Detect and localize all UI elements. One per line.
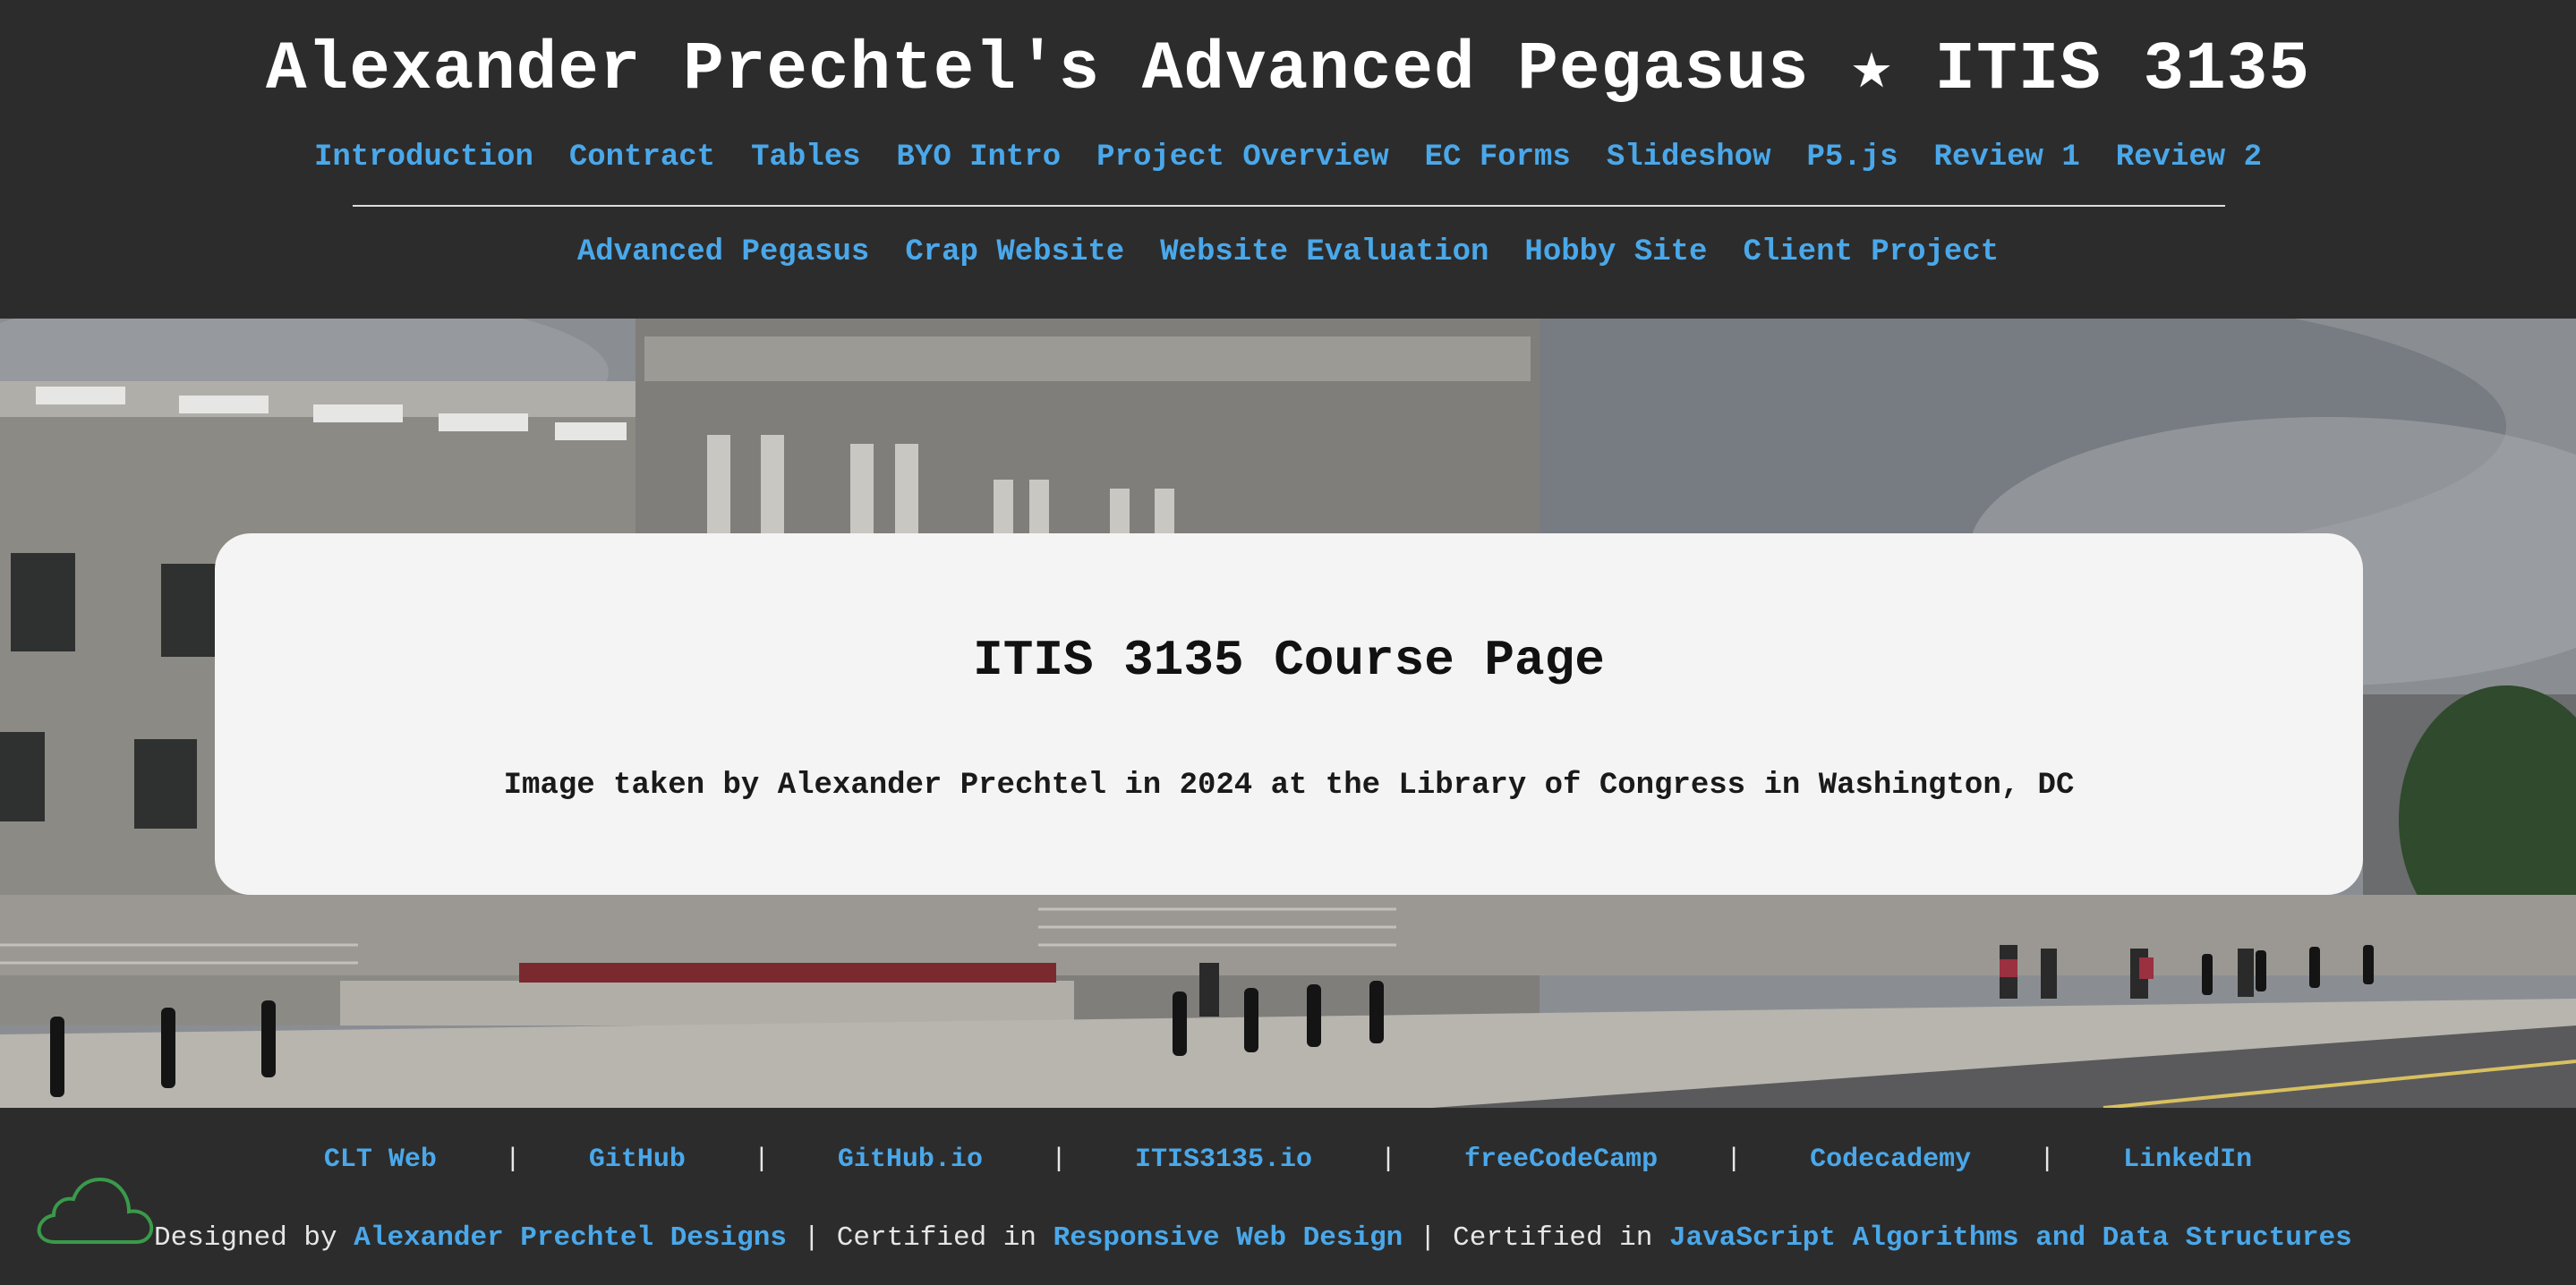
nav-slideshow[interactable]: Slideshow bbox=[1607, 140, 1771, 175]
primary-nav: Introduction Contract Tables BYO Intro P… bbox=[0, 140, 2576, 175]
designed-by-label: Designed by bbox=[154, 1222, 337, 1254]
site-header: Alexander Prechtel's Advanced Pegasus ★ … bbox=[0, 0, 2576, 319]
footer-separator: | bbox=[2039, 1145, 2056, 1175]
footer-separator: | bbox=[504, 1145, 521, 1175]
site-footer: CLT Web | GitHub | GitHub.io | ITIS3135.… bbox=[0, 1108, 2576, 1285]
footer-link-github[interactable]: GitHub bbox=[589, 1144, 686, 1176]
footer-link-linkedin[interactable]: LinkedIn bbox=[2123, 1144, 2252, 1176]
footer-separator: | bbox=[753, 1145, 770, 1175]
nav-contract[interactable]: Contract bbox=[569, 140, 715, 175]
hero-card: ITIS 3135 Course Page Image taken by Ale… bbox=[215, 533, 2363, 895]
footer-separator: | bbox=[1050, 1145, 1067, 1175]
footer-separator: | bbox=[1380, 1145, 1397, 1175]
certified-in-label: Certified in bbox=[1453, 1222, 1653, 1254]
nav-review-1[interactable]: Review 1 bbox=[1934, 140, 2080, 175]
certified-in-label: Certified in bbox=[836, 1222, 1037, 1254]
image-caption: Image taken by Alexander Prechtel in 202… bbox=[503, 769, 2075, 803]
nav-client-project[interactable]: Client Project bbox=[1743, 234, 1999, 270]
nav-introduction[interactable]: Introduction bbox=[314, 140, 533, 175]
nav-project-overview[interactable]: Project Overview bbox=[1096, 140, 1388, 175]
nav-advanced-pegasus[interactable]: Advanced Pegasus bbox=[577, 234, 869, 270]
cloud-icon bbox=[37, 1177, 154, 1244]
footer-link-freecodecamp[interactable]: freeCodeCamp bbox=[1464, 1144, 1658, 1176]
footer-links: CLT Web | GitHub | GitHub.io | ITIS3135.… bbox=[0, 1144, 2576, 1176]
credits-separator: | bbox=[803, 1222, 821, 1254]
footer-link-codecademy[interactable]: Codecademy bbox=[1810, 1144, 1971, 1176]
nav-divider bbox=[353, 205, 2225, 207]
nav-tables[interactable]: Tables bbox=[751, 140, 860, 175]
footer-link-clt-web[interactable]: CLT Web bbox=[324, 1144, 437, 1176]
designer-link[interactable]: Alexander Prechtel Designs bbox=[354, 1222, 787, 1254]
certification-javascript-link[interactable]: JavaScript Algorithms and Data Structure… bbox=[1669, 1222, 2352, 1254]
footer-link-github-io[interactable]: GitHub.io bbox=[838, 1144, 983, 1176]
site-title: Alexander Prechtel's Advanced Pegasus ★ … bbox=[266, 31, 2310, 108]
nav-crap-website[interactable]: Crap Website bbox=[905, 234, 1124, 270]
page-heading: ITIS 3135 Course Page bbox=[973, 632, 1605, 689]
nav-website-evaluation[interactable]: Website Evaluation bbox=[1160, 234, 1488, 270]
footer-separator: | bbox=[1726, 1145, 1743, 1175]
credits-separator: | bbox=[1419, 1222, 1437, 1254]
certification-responsive-web-design-link[interactable]: Responsive Web Design bbox=[1053, 1222, 1403, 1254]
nav-review-2[interactable]: Review 2 bbox=[2116, 140, 2262, 175]
nav-p5js[interactable]: P5.js bbox=[1806, 140, 1898, 175]
hero-banner: ITIS 3135 Course Page Image taken by Ale… bbox=[0, 319, 2576, 1108]
secondary-nav: Advanced Pegasus Crap Website Website Ev… bbox=[0, 234, 2576, 270]
page: Alexander Prechtel's Advanced Pegasus ★ … bbox=[0, 0, 2576, 1285]
nav-ec-forms[interactable]: EC Forms bbox=[1425, 140, 1571, 175]
footer-link-itis3135-io[interactable]: ITIS3135.io bbox=[1135, 1144, 1312, 1176]
nav-hobby-site[interactable]: Hobby Site bbox=[1524, 234, 1707, 270]
nav-byo-intro[interactable]: BYO Intro bbox=[897, 140, 1062, 175]
footer-credits: Designed by Alexander Prechtel Designs |… bbox=[154, 1222, 2576, 1255]
